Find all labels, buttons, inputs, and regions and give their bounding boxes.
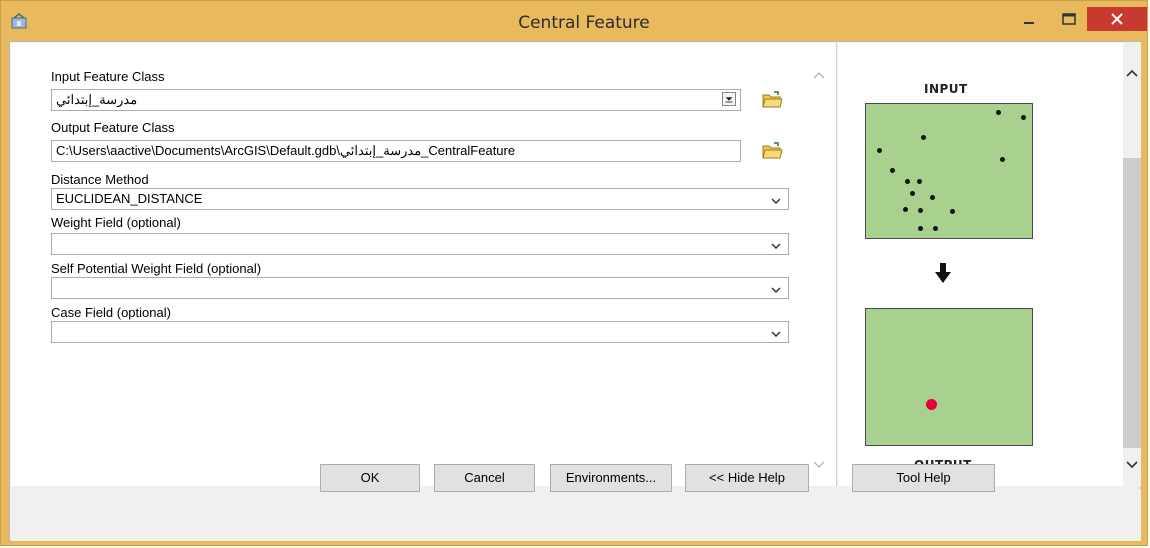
input-point [877,148,882,153]
self-potential-weight-field-combo[interactable] [51,277,789,299]
scroll-up-icon[interactable] [812,69,826,83]
parameters-pane[interactable]: Input Feature Class مدرسة_إبتدائي Output… [11,43,837,486]
input-feature-class-combo[interactable]: مدرسة_إبتدائي [51,89,741,111]
environments-button[interactable]: Environments... [550,464,672,492]
input-point [905,179,910,184]
central-feature-point [926,399,937,410]
help-input-label: INPUT [924,82,968,96]
window-title: Central Feature [518,13,650,33]
input-feature-class-label: Input Feature Class [51,69,165,84]
close-icon [1111,13,1123,25]
weight-field-label: Weight Field (optional) [51,215,181,230]
input-point [918,226,923,231]
maximize-button[interactable] [1049,9,1089,31]
output-feature-class-label: Output Feature Class [51,120,175,135]
help-pane: INPUT [838,43,1141,486]
input-feature-class-value: مدرسة_إبتدائي [56,92,138,107]
open-folder-icon[interactable] [761,90,783,110]
input-point [933,226,938,231]
weight-field-combo[interactable] [51,233,789,255]
output-feature-class-field[interactable]: C:\Users\aactive\Documents\ArcGIS\Defaul… [51,140,741,162]
dropdown-arrow-icon[interactable] [722,92,736,106]
case-field-label: Case Field (optional) [51,305,171,320]
case-field-combo[interactable] [51,321,789,343]
output-map-illustration [865,308,1033,446]
distance-method-value: EUCLIDEAN_DISTANCE [56,191,203,206]
close-button[interactable] [1087,7,1147,31]
help-scrollbar-thumb[interactable] [1123,158,1141,448]
arrow-down-icon [935,263,951,283]
scroll-down-icon[interactable] [812,457,826,471]
input-point [917,179,922,184]
chevron-down-icon[interactable] [768,193,784,209]
chevron-down-icon[interactable] [768,238,784,254]
button-bar [11,489,1141,541]
tool-dialog-window: Central Feature Input Feature Class مدرس… [0,0,1148,546]
open-folder-icon[interactable] [761,141,783,161]
output-feature-class-value: C:\Users\aactive\Documents\ArcGIS\Defaul… [56,143,516,158]
input-point [910,191,915,196]
scroll-down-icon[interactable] [1125,457,1139,471]
chevron-down-icon[interactable] [768,282,784,298]
tool-help-button[interactable]: Tool Help [852,464,995,492]
input-point [996,110,1001,115]
scroll-up-icon[interactable] [1125,67,1139,81]
title-bar[interactable]: Central Feature [1,1,1147,41]
ok-button[interactable]: OK [320,464,420,492]
chevron-down-icon[interactable] [768,326,784,342]
input-point [930,195,935,200]
self-potential-weight-field-label: Self Potential Weight Field (optional) [51,261,262,276]
minimize-button[interactable] [1017,9,1041,31]
input-point [921,135,926,140]
hide-help-button[interactable]: << Hide Help [685,464,809,492]
input-point [890,168,895,173]
input-map-illustration [865,103,1033,239]
input-point [1021,115,1026,120]
input-point [950,209,955,214]
dialog-client-area: Input Feature Class مدرسة_إبتدائي Output… [9,41,1141,541]
input-point [918,208,923,213]
cancel-button[interactable]: Cancel [434,464,535,492]
input-point [1000,157,1005,162]
distance-method-combo[interactable]: EUCLIDEAN_DISTANCE [51,188,789,210]
distance-method-label: Distance Method [51,172,149,187]
input-point [903,207,908,212]
